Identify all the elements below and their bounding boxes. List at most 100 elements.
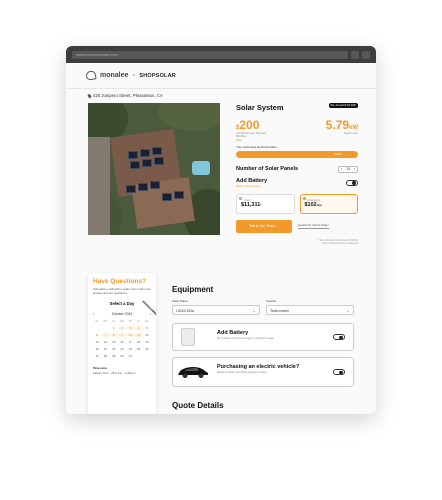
weekday-header: Tu xyxy=(112,319,116,323)
cash-option[interactable]: Cash $11,311* xyxy=(236,193,295,214)
calendar-day[interactable]: 28 xyxy=(101,354,109,358)
battery-link[interactable]: Battery Shop Quote xyxy=(236,184,267,188)
battery-card-text: Add Battery Get outdoor & store energy f… xyxy=(217,330,274,340)
calendar-day[interactable]: 17 xyxy=(126,340,134,344)
calendar-day[interactable]: 7 xyxy=(101,333,110,337)
calendar-day[interactable]: 25 xyxy=(134,347,142,351)
calendar-day[interactable]: 24 xyxy=(126,347,134,351)
ribbon-text: Call Us Today xyxy=(138,301,156,317)
header-divider xyxy=(66,88,376,89)
inverter-select[interactable]: Tesla Inverter ⌄ xyxy=(266,305,354,315)
calendar-day[interactable]: 21 xyxy=(101,347,109,351)
calendar-blank xyxy=(93,326,101,330)
timezone-select[interactable]: Eastern Time - US & Can... 2:40pm ▾ xyxy=(93,372,151,375)
weekday-header: Fr xyxy=(137,319,140,323)
battery-card-toggle[interactable] xyxy=(333,334,345,340)
calendar-day[interactable]: 4 xyxy=(134,326,143,330)
calendar-day[interactable]: 22 xyxy=(110,347,118,351)
toggle-knob xyxy=(339,335,344,340)
stepper-increment-icon[interactable]: › xyxy=(354,167,355,171)
address-line: 420 Junipero Street, Pleasanton, CA xyxy=(87,93,163,98)
prev-month-icon[interactable]: ‹ xyxy=(93,312,94,316)
system-size: 5.79kW xyxy=(326,118,358,132)
system-size-note: System size xyxy=(344,132,358,135)
talk-to-team-button[interactable]: Talk to Our Team → xyxy=(236,219,292,233)
cta-row: Talk to Our Team → Questions? Call Us To… xyxy=(236,219,358,233)
estimate-badge: Est. Annual $.XX kWh xyxy=(328,103,358,108)
offset-label: Your estimated electrical offset xyxy=(236,144,277,149)
month-label: October 2024 xyxy=(111,312,133,316)
battery-row-text: Add Battery Battery Shop Quote xyxy=(236,178,267,188)
calendar-day[interactable]: 14 xyxy=(101,340,109,344)
solar-summary-panel: Solar System Est. Annual $.XX kWh $200 /… xyxy=(236,103,358,245)
battery-label: Add Battery xyxy=(236,177,268,184)
price-value: 200 xyxy=(239,118,260,132)
calendar-day[interactable]: 6 xyxy=(93,333,101,337)
call-us-link[interactable]: Questions? Call Us Today! xyxy=(298,224,329,229)
ev-card-text: Purchasing an electric vehicle? Easily &… xyxy=(217,364,299,374)
calendar-blank xyxy=(101,326,109,330)
browser-chrome: www.monaleesolar.com xyxy=(66,46,376,63)
calendar-day[interactable]: 13 xyxy=(93,340,101,344)
calendar-day[interactable]: 26 xyxy=(143,347,151,351)
monalee-logo-icon xyxy=(85,70,97,81)
kw-unit: kW xyxy=(349,125,358,131)
panels-stepper[interactable]: ‹ 13 › xyxy=(338,165,358,173)
browser-menu-icon[interactable] xyxy=(362,50,370,59)
calendar-day[interactable]: 3 xyxy=(126,326,135,330)
calendar-day[interactable]: 23 xyxy=(118,347,126,351)
brand-separator: × xyxy=(132,72,136,79)
add-battery-card[interactable]: Add Battery Get outdoor & store energy f… xyxy=(172,323,354,351)
calendar-day[interactable]: 2 xyxy=(117,326,127,330)
offset-slider[interactable]: 100% xyxy=(236,150,358,158)
panels-count: 13 xyxy=(346,167,350,172)
cash-amount: $11,311 xyxy=(241,201,261,208)
calendar-day[interactable]: 29 xyxy=(110,354,118,358)
weekday-header: Th xyxy=(128,319,132,323)
cash-value: $11,311* xyxy=(241,202,290,208)
stepper-decrement-icon[interactable]: ‹ xyxy=(341,167,342,171)
inverter-value: Tesla Inverter xyxy=(270,309,290,313)
timezone-label: Time zone xyxy=(93,366,107,370)
calendar-grid: Su Mo Tu We Th Fr Sa 1 2 3 4 5 6 7 8 9 10 11 12 13 14 15 16 17 1… xyxy=(93,319,151,358)
questions-title: Have Questions? xyxy=(93,278,147,285)
calendar-day[interactable]: 8 xyxy=(109,333,118,337)
quote-details-title: Quote Details xyxy=(172,401,224,410)
calendar-day[interactable]: 27 xyxy=(93,354,101,358)
calendar-day[interactable]: 10 xyxy=(126,333,135,337)
calendar-day[interactable]: 11 xyxy=(134,333,143,337)
chevron-down-icon: ⌄ xyxy=(346,308,350,313)
questions-body: Schedule a call with a solar expert who … xyxy=(93,287,151,295)
equipment-title: Equipment xyxy=(172,285,214,294)
calendar-day[interactable]: 12 xyxy=(143,333,151,337)
old-price: $300 xyxy=(236,138,242,142)
cash-asterisk: * xyxy=(260,202,262,207)
payment-options: Cash $11,311* Financing $102/mo xyxy=(236,193,358,214)
calendar-day[interactable]: 5 xyxy=(143,326,151,330)
ev-card-toggle[interactable] xyxy=(333,369,345,375)
location-pin-icon xyxy=(87,93,92,98)
price-disclaimer: * After estimated incentives $7,000.00 P… xyxy=(236,239,358,245)
toggle-knob xyxy=(352,181,357,186)
offset-percent: 100% xyxy=(334,152,342,157)
financing-option[interactable]: Financing $102/mo xyxy=(299,193,358,214)
ev-card-sub: Easily & future electrical upgrade usage xyxy=(217,370,267,374)
schedule-card: Have Questions? Schedule a call with a s… xyxy=(88,273,156,414)
calendar-day[interactable]: 1 xyxy=(110,326,118,330)
brand-monalee: monalee xyxy=(100,72,129,79)
calendar-day[interactable]: 20 xyxy=(93,347,101,351)
address-bar[interactable]: www.monaleesolar.com xyxy=(72,50,348,59)
calendar-day[interactable]: 9 xyxy=(117,333,127,337)
browser-action-icon[interactable] xyxy=(351,50,359,59)
calendar-day[interactable]: 19 xyxy=(143,340,151,344)
battery-toggle[interactable] xyxy=(346,179,358,186)
calendar-day[interactable]: 30 xyxy=(118,354,126,358)
calendar-day[interactable]: 31 xyxy=(126,354,134,358)
solar-panel-select[interactable]: LONGi 405w ⌄ xyxy=(172,305,260,315)
ev-card[interactable]: Purchasing an electric vehicle? Easily &… xyxy=(172,357,354,387)
solar-panel-label: Solar Panel xyxy=(172,299,188,303)
calendar-day[interactable]: 15 xyxy=(110,340,118,344)
battery-image xyxy=(181,328,195,346)
calendar-day[interactable]: 16 xyxy=(118,340,126,344)
calendar-day[interactable]: 18 xyxy=(134,340,142,344)
